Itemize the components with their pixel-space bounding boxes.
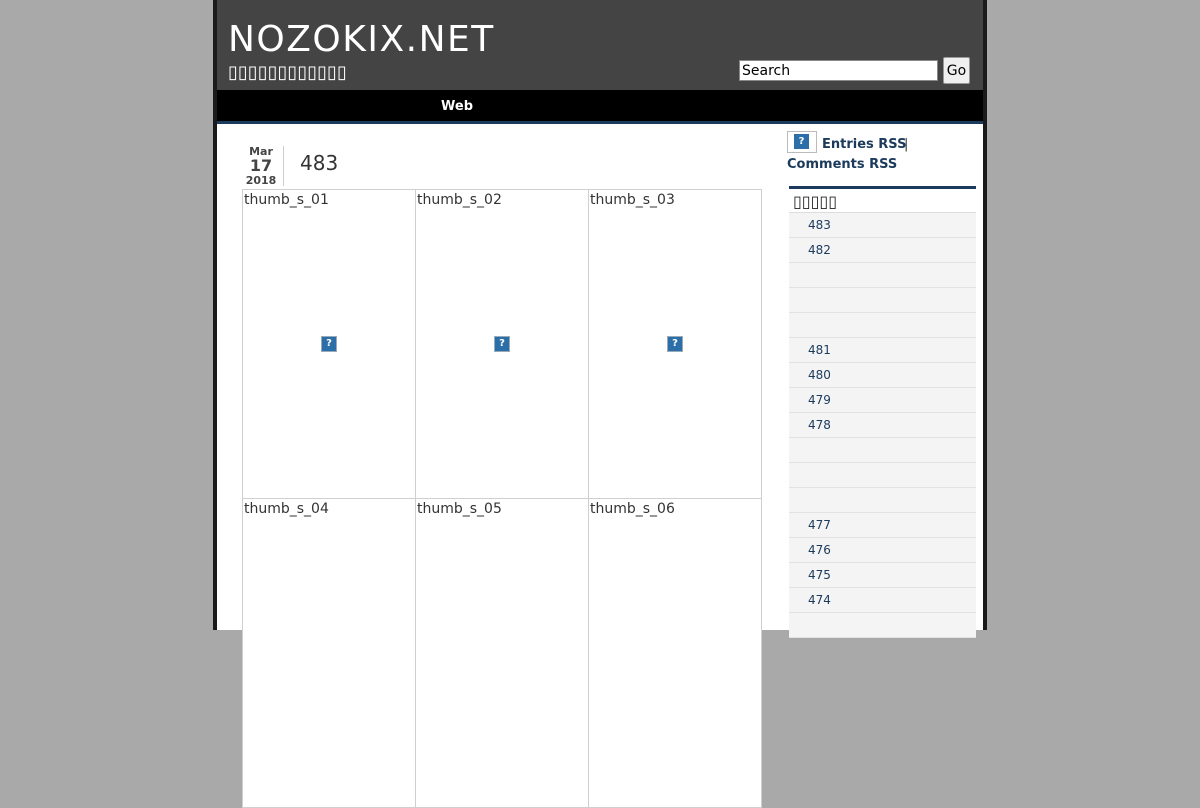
thumbnail-label: thumb_s_03 (590, 192, 675, 208)
post-date-year: 2018 (245, 174, 277, 187)
broken-image-icon[interactable]: ? (321, 336, 337, 352)
sidebar-list: 483 482 481 480 479 478 477 476 475 474 (789, 213, 976, 638)
broken-image-icon: ? (794, 134, 809, 149)
search-go-button[interactable]: Go (943, 57, 970, 84)
sidebar-item[interactable] (789, 488, 976, 513)
sidebar-widget: ▯▯▯▯▯ 483 482 481 480 479 478 477 476 47… (789, 186, 976, 638)
post-title[interactable]: 483 (300, 151, 338, 175)
thumbnail-label: thumb_s_05 (417, 501, 502, 517)
sidebar-widget-title: ▯▯▯▯▯ (789, 189, 976, 213)
site-description: ▯▯▯▯▯▯▯▯▯▯▯▯ (228, 62, 347, 83)
thumbnail-cell[interactable]: thumb_s_03 ? (588, 189, 762, 499)
nav-bar: Web (217, 90, 983, 124)
thumbnail-label: thumb_s_01 (244, 192, 329, 208)
comments-rss-link[interactable]: Comments RSS (787, 157, 897, 172)
sidebar-item[interactable]: 481 (789, 338, 976, 363)
sidebar-item[interactable] (789, 438, 976, 463)
rss-icon[interactable]: ? (787, 131, 817, 153)
thumbnail-label: thumb_s_02 (417, 192, 502, 208)
sidebar-item[interactable]: 478 (789, 413, 976, 438)
page-content: NOZOKIX.NET ▯▯▯▯▯▯▯▯▯▯▯▯ Go Web Mar 17 2… (217, 0, 983, 808)
sidebar-item[interactable]: 480 (789, 363, 976, 388)
sidebar-item[interactable] (789, 288, 976, 313)
sidebar-item[interactable] (789, 313, 976, 338)
post-date-day: 17 (249, 156, 273, 175)
sidebar-item[interactable] (789, 613, 976, 638)
thumbnail-cell[interactable]: thumb_s_01 ? (242, 189, 416, 499)
date-divider (283, 146, 284, 186)
thumbnail-cell[interactable]: thumb_s_06 (588, 498, 762, 808)
nav-item-web[interactable]: Web (441, 99, 473, 114)
page-frame: NOZOKIX.NET ▯▯▯▯▯▯▯▯▯▯▯▯ Go Web Mar 17 2… (213, 0, 987, 808)
thumbnail-cell[interactable]: thumb_s_02 ? (415, 189, 589, 499)
sidebar-item[interactable]: 477 (789, 513, 976, 538)
post-date: Mar 17 2018 (241, 146, 281, 186)
sidebar-item[interactable]: 482 (789, 238, 976, 263)
sidebar-item[interactable]: 474 (789, 588, 976, 613)
search-input[interactable] (739, 60, 938, 81)
rss-separator: | (904, 137, 909, 152)
thumbnail-cell[interactable]: thumb_s_05 (415, 498, 589, 808)
sidebar-item[interactable]: 483 (789, 213, 976, 238)
site-header: NOZOKIX.NET ▯▯▯▯▯▯▯▯▯▯▯▯ Go (217, 0, 983, 90)
thumbnail-label: thumb_s_04 (244, 501, 329, 517)
sidebar-item[interactable] (789, 463, 976, 488)
sidebar-item[interactable]: 479 (789, 388, 976, 413)
sidebar-item[interactable]: 476 (789, 538, 976, 563)
sidebar-item[interactable] (789, 263, 976, 288)
site-title[interactable]: NOZOKIX.NET (228, 18, 495, 62)
sidebar-item[interactable]: 475 (789, 563, 976, 588)
broken-image-icon[interactable]: ? (494, 336, 510, 352)
thumbnail-cell[interactable]: thumb_s_04 (242, 498, 416, 808)
entries-rss-link[interactable]: Entries RSS (822, 137, 906, 152)
thumbnail-label: thumb_s_06 (590, 501, 675, 517)
broken-image-icon[interactable]: ? (667, 336, 683, 352)
